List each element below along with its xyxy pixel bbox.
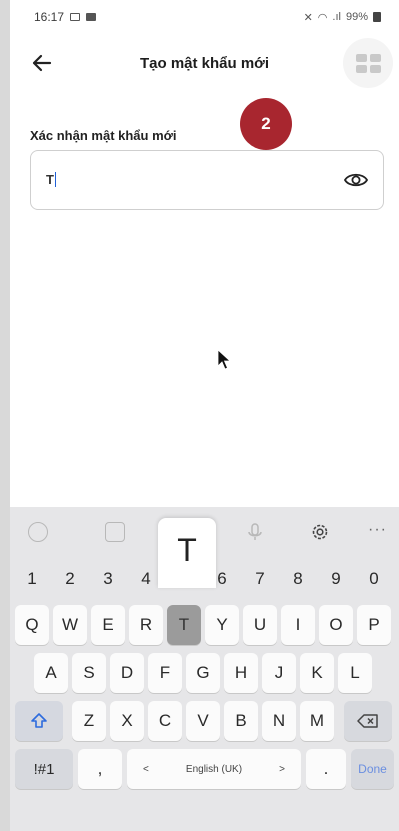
phone-screen: 16:17 ✕ ◠ .ıl 99% Tạo mật khẩu mới 2 Xác… — [10, 0, 399, 831]
message-notification-icon — [86, 13, 97, 21]
key-x[interactable]: X — [110, 701, 144, 741]
keyboard-settings-gear-icon[interactable] — [310, 522, 330, 542]
sticker-icon[interactable] — [105, 522, 125, 542]
key-d[interactable]: D — [110, 653, 144, 693]
key-f[interactable]: F — [148, 653, 182, 693]
key-i[interactable]: I — [281, 605, 315, 645]
key-u[interactable]: U — [243, 605, 277, 645]
key-a[interactable]: A — [34, 653, 68, 693]
key-8[interactable]: 8 — [281, 559, 315, 599]
letter-row-3: Z X C V B N M — [10, 701, 399, 741]
key-o[interactable]: O — [319, 605, 353, 645]
show-password-eye-icon[interactable] — [343, 170, 369, 190]
grid-cell-icon — [369, 53, 381, 62]
status-bar: 16:17 ✕ ◠ .ıl 99% — [10, 0, 399, 34]
key-b[interactable]: B — [224, 701, 258, 741]
key-t-pressed[interactable]: T — [167, 605, 201, 645]
key-preview-popup: T — [158, 518, 216, 588]
backspace-key[interactable] — [344, 701, 392, 741]
key-m[interactable]: M — [300, 701, 334, 741]
key-9[interactable]: 9 — [319, 559, 353, 599]
status-time: 16:17 — [34, 10, 65, 24]
key-j[interactable]: J — [262, 653, 296, 693]
key-7[interactable]: 7 — [243, 559, 277, 599]
key-e[interactable]: E — [91, 605, 125, 645]
confirm-password-input[interactable]: T — [46, 172, 57, 187]
key-h[interactable]: H — [224, 653, 258, 693]
space-right-arrow-icon: > — [279, 763, 285, 775]
key-w[interactable]: W — [53, 605, 87, 645]
period-key[interactable]: . — [306, 749, 346, 789]
emoji-icon[interactable] — [28, 522, 48, 542]
step-badge: 2 — [240, 98, 292, 150]
text-caret — [54, 172, 57, 187]
confirm-password-label: Xác nhận mật khẩu mới — [30, 128, 177, 143]
key-l[interactable]: L — [338, 653, 372, 693]
key-k[interactable]: K — [300, 653, 334, 693]
gallery-notification-icon — [70, 13, 81, 21]
key-g[interactable]: G — [186, 653, 220, 693]
wifi-icon: ◠ — [317, 11, 328, 24]
mouse-pointer-icon — [217, 349, 231, 370]
key-c[interactable]: C — [148, 701, 182, 741]
key-z[interactable]: Z — [72, 701, 106, 741]
password-value: T — [46, 172, 54, 187]
key-2[interactable]: 2 — [53, 559, 87, 599]
page-title: Tạo mật khẩu mới — [139, 55, 270, 72]
grid-cell-icon — [369, 64, 381, 73]
status-right: ✕ ◠ .ıl 99% — [304, 11, 381, 24]
key-r[interactable]: R — [129, 605, 163, 645]
letter-row-1: Q W E R T Y U I O P — [10, 605, 399, 645]
key-n[interactable]: N — [262, 701, 296, 741]
key-q[interactable]: Q — [15, 605, 49, 645]
apps-grid-button[interactable] — [343, 38, 393, 88]
microphone-icon[interactable] — [245, 522, 265, 542]
bottom-row: !#1 , < English (UK) > . Done — [10, 749, 399, 789]
confirm-password-field[interactable]: T — [30, 150, 384, 210]
grid-cell-icon — [355, 53, 367, 62]
shift-arrow-icon — [31, 713, 47, 728]
key-y[interactable]: Y — [205, 605, 239, 645]
key-0[interactable]: 0 — [357, 559, 391, 599]
battery-percent: 99% — [345, 11, 368, 23]
mute-icon: ✕ — [303, 11, 313, 24]
comma-key[interactable]: , — [78, 749, 122, 789]
signal-icon: .ıl — [332, 11, 341, 23]
backspace-icon — [357, 714, 378, 728]
letter-row-2: A S D F G H J K L — [10, 653, 399, 693]
key-s[interactable]: S — [72, 653, 106, 693]
key-1[interactable]: 1 — [15, 559, 49, 599]
key-p[interactable]: P — [357, 605, 391, 645]
shift-key[interactable] — [15, 701, 63, 741]
done-key[interactable]: Done — [351, 749, 394, 789]
battery-icon — [373, 12, 381, 22]
space-left-arrow-icon: < — [143, 763, 149, 775]
key-3[interactable]: 3 — [91, 559, 125, 599]
grid-cell-icon — [355, 64, 367, 73]
more-options-icon[interactable]: ··· — [368, 521, 388, 541]
status-left: 16:17 — [34, 10, 97, 24]
space-language-label: English (UK) — [185, 763, 243, 775]
header: Tạo mật khẩu mới — [10, 38, 399, 90]
symbols-key[interactable]: !#1 — [15, 749, 73, 789]
key-v[interactable]: V — [186, 701, 220, 741]
space-bar[interactable]: < English (UK) > — [127, 749, 301, 789]
